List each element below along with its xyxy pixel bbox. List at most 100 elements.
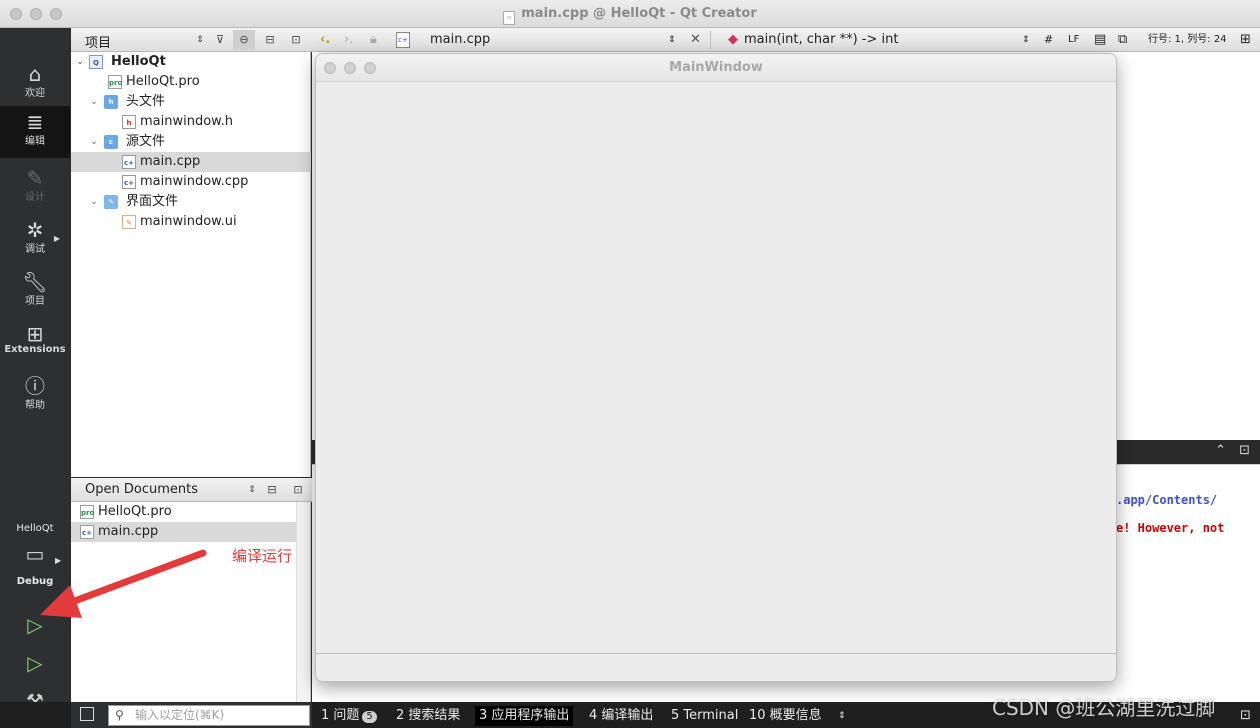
maximize-icon[interactable]: ⊡ <box>1240 706 1251 726</box>
document-icon: ▫ <box>503 11 516 25</box>
tree-item-helloqt-pro[interactable]: pro HelloQt.pro <box>71 72 311 92</box>
updown-icon[interactable]: ⇕ <box>189 30 211 50</box>
back-icon[interactable]: ‹. <box>320 31 330 49</box>
tree-item-label: 头文件 <box>126 94 166 109</box>
forward-icon[interactable]: ›. <box>344 31 353 49</box>
tab-issues[interactable]: 1 问题 5 <box>321 706 377 726</box>
run-button[interactable]: ▷ <box>22 612 48 638</box>
help-icon: ⓘ <box>25 374 45 398</box>
mode-debug[interactable]: ✲ 调试 ▶ <box>0 214 70 264</box>
editor-file-selector[interactable]: main.cpp <box>430 31 490 49</box>
split-icon[interactable]: ⊟ <box>259 30 281 50</box>
cursor-position[interactable]: 行号: 1, 列号: 24 <box>1148 31 1227 49</box>
tree-item-label: mainwindow.cpp <box>140 174 249 189</box>
wrench-icon: 🔧︎ <box>22 270 48 294</box>
tab-general-messages[interactable]: 10 概要信息 <box>749 706 822 726</box>
tab-compile-output[interactable]: 4 编译输出 <box>589 706 653 726</box>
output-line: e! However, not <box>1116 521 1225 535</box>
sidebar-toggle-icon[interactable] <box>80 707 94 721</box>
scrollbar[interactable] <box>296 502 310 702</box>
mode-projects[interactable]: 🔧︎ 项目 <box>0 266 70 316</box>
tab-application-output[interactable]: 3 应用程序输出 <box>475 706 574 726</box>
tree-item-label: main.cpp <box>140 154 201 169</box>
mode-design-label: 设计 <box>25 192 45 203</box>
updown-icon[interactable]: ⇕ <box>668 31 676 49</box>
header-file-icon: h <box>122 115 136 129</box>
project-panel-title[interactable]: 项目 <box>85 32 111 51</box>
tree-item-main-cpp[interactable]: c+ main.cpp <box>71 152 311 172</box>
mainwindow-app[interactable]: MainWindow <box>315 53 1117 682</box>
chevron-down-icon[interactable]: ⌄ <box>89 92 99 112</box>
mode-help[interactable]: ⓘ 帮助 <box>0 370 70 420</box>
function-symbol-icon: ◆ <box>728 32 738 47</box>
open-documents-title[interactable]: Open Documents <box>85 482 198 497</box>
mode-edit-label: 编辑 <box>25 136 45 147</box>
edit-lines-icon: ≣ <box>26 110 44 134</box>
extensions-icon: ⊞ <box>26 322 44 346</box>
tab-search-results[interactable]: 2 搜索结果 <box>396 706 460 726</box>
cpp-file-icon: c+ <box>122 175 136 189</box>
open-doc-label: main.cpp <box>98 524 159 539</box>
project-panel-header: 项目 ⇕ ⊽ ⊖ ⊟ ⊡ <box>71 28 312 52</box>
locator-input[interactable]: ⚲ 输入以定位(⌘K) <box>108 705 310 726</box>
chevron-up-icon[interactable]: ⌃ <box>1215 443 1226 458</box>
triangle-right-icon: ▶ <box>55 556 62 565</box>
chevron-down-icon[interactable]: ⌄ <box>89 132 99 152</box>
updown-icon[interactable]: ⇕ <box>838 706 846 726</box>
split-view-icon[interactable]: ⧉ <box>1118 31 1127 49</box>
maximize-icon[interactable]: ⊡ <box>1239 443 1250 458</box>
tree-item-label: HelloQt <box>111 54 166 69</box>
mode-design[interactable]: ✎ 设计 <box>0 162 70 212</box>
annotation-label: 编译运行 <box>232 547 293 565</box>
lock-icon[interactable]: 🔒︎ <box>370 31 377 49</box>
tree-item-mainwindow-h[interactable]: h mainwindow.h <box>71 112 311 132</box>
line-ending-selector[interactable]: LF <box>1068 31 1079 49</box>
close-icon[interactable]: ✕ <box>690 31 701 49</box>
watermark: CSDN @班公湖里洗过脚 <box>992 696 1216 720</box>
tree-item-helloqt[interactable]: ⌄ Q HelloQt <box>71 52 311 72</box>
mode-welcome[interactable]: ⌂ 欢迎 <box>0 58 70 108</box>
monitor-icon[interactable]: ▭ <box>21 542 49 566</box>
window-titlebar: ▫ main.cpp @ HelloQt - Qt Creator <box>0 0 1260 28</box>
tree-item-sources[interactable]: ⌄ c 源文件 <box>71 132 311 152</box>
kit-config-label: Debug <box>16 576 54 587</box>
mode-extensions[interactable]: ⊞ Extensions <box>0 318 70 368</box>
tab-terminal[interactable]: 5 Terminal <box>671 706 738 726</box>
symbol-selector[interactable]: main(int, char **) -> int <box>744 31 898 49</box>
debug-run-button[interactable]: ▷ <box>22 650 48 676</box>
tree-item-label: mainwindow.ui <box>140 214 237 229</box>
chevron-down-icon[interactable]: ⌄ <box>75 52 85 72</box>
tree-item-headers[interactable]: ⌄ h 头文件 <box>71 92 311 112</box>
document-lines-icon[interactable]: ▤ <box>1094 31 1106 49</box>
search-icon: ⚲ <box>115 708 124 722</box>
tree-item-mainwindow-ui[interactable]: ✎ mainwindow.ui <box>71 212 311 232</box>
updown-icon[interactable]: ⇕ <box>241 480 263 500</box>
open-documents-header: Open Documents ⇕ ⊟ ⊡ <box>71 478 312 502</box>
close-panel-icon[interactable]: ⊡ <box>285 30 307 50</box>
split-icon[interactable]: ⊞ <box>1240 31 1251 49</box>
open-documents-list: pro HelloQt.pro c+ main.cpp <box>71 502 311 702</box>
close-panel-icon[interactable]: ⊡ <box>287 480 309 500</box>
hash-indicator[interactable]: # <box>1044 31 1053 49</box>
open-doc-main-cpp[interactable]: c+ main.cpp <box>71 522 296 542</box>
ui-file-icon: ✎ <box>122 215 136 229</box>
open-doc-label: HelloQt.pro <box>98 504 172 519</box>
mode-extensions-label: Extensions <box>4 344 66 355</box>
split-icon[interactable]: ⊟ <box>261 480 283 500</box>
project-tree: ⌄ Q HelloQt pro HelloQt.pro ⌄ h 头文件 h ma… <box>71 52 311 477</box>
cpp-file-icon: c+ <box>396 32 410 48</box>
mode-edit[interactable]: ≣ 编辑 <box>0 106 70 158</box>
design-pen-icon: ✎ <box>26 166 44 190</box>
link-icon[interactable]: ⊖ <box>233 30 255 50</box>
triangle-right-icon: ▶ <box>53 234 60 243</box>
pro-file-icon: pro <box>80 505 94 519</box>
open-doc-helloqt-pro[interactable]: pro HelloQt.pro <box>71 502 311 522</box>
chevron-down-icon[interactable]: ⌄ <box>89 192 99 212</box>
updown-icon[interactable]: ⇕ <box>1022 31 1030 49</box>
pro-file-icon: pro <box>108 75 122 89</box>
filter-icon[interactable]: ⊽ <box>209 30 231 50</box>
kit-project-label: HelloQt <box>16 523 54 534</box>
tree-item-mainwindow-cpp[interactable]: c+ mainwindow.cpp <box>71 172 311 192</box>
tree-item-forms[interactable]: ⌄ ✎ 界面文件 <box>71 192 311 212</box>
window-title: ▫ main.cpp @ HelloQt - Qt Creator <box>0 6 1260 25</box>
